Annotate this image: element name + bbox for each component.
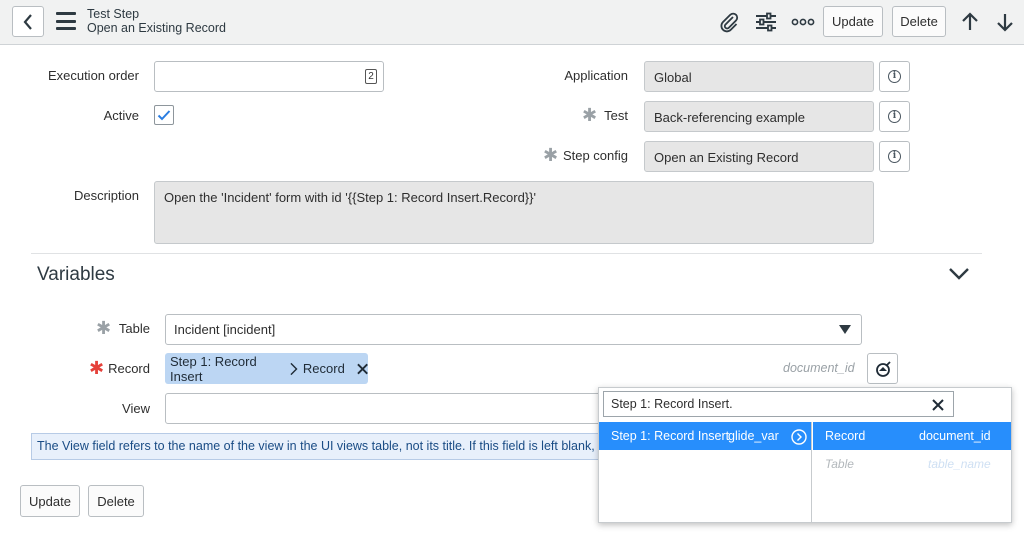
form-title: Test Step [87,7,140,21]
footer-update-button[interactable]: Update [20,485,80,517]
checkmark-icon [157,110,171,121]
application-info-button[interactable]: i [879,61,910,92]
clear-icon[interactable] [932,399,944,411]
picker-search-input[interactable]: Step 1: Record Insert. [603,391,954,417]
execution-order-label: Execution order [47,68,139,83]
footer-delete-button[interactable]: Delete [88,485,144,517]
data-pill-picker-button[interactable] [867,353,898,384]
execution-order-input[interactable]: 2 [154,61,384,92]
form-subtitle: Open an Existing Record [87,21,226,35]
description-field: Open the 'Incident' form with id '{{Step… [154,181,874,244]
menu-icon[interactable] [56,12,76,30]
mandatory-star-icon: ✱ [543,145,559,165]
active-label: Active [103,108,139,123]
record-label: Record [108,361,150,376]
test-info-button[interactable]: i [879,101,910,132]
description-label: Description [73,188,139,203]
picker-right-item-name: Record [825,429,866,443]
view-help-note: The View field refers to the name of the… [31,433,611,460]
step-config-label: Step config [562,148,628,163]
chevron-left-icon [23,13,32,30]
view-label: View [122,401,150,416]
step-config-info-button[interactable]: i [879,141,910,172]
variables-section-title: Variables [37,264,115,285]
picker-search-value: Step 1: Record Insert. [611,397,733,411]
test-label: Test [604,108,628,123]
picker-left-item[interactable]: Step 1: Record Insert glide_var [599,422,811,450]
test-field: Back-referencing example [644,101,874,132]
picker-right-item-type: table_name [928,457,991,471]
header-delete-button[interactable]: Delete [892,6,946,37]
picker-right-item-table[interactable]: Table table_name [813,450,1011,478]
required-star-icon: ✱ [89,358,105,378]
info-icon: i [888,110,901,123]
settings-sliders-icon[interactable] [753,10,779,34]
picker-right-item-record[interactable]: Record document_id [813,422,1011,450]
step-config-value: Open an Existing Record [654,150,799,165]
data-pill-picker-icon [875,360,891,377]
arrow-down-icon[interactable] [992,10,1018,34]
application-label: Application [564,68,628,83]
info-icon: i [888,150,901,163]
expand-arrow-icon[interactable] [791,429,807,445]
record-type-hint: document_id [783,361,855,375]
picker-left-item-name: Step 1: Record Insert [611,429,730,443]
description-value: Open the 'Incident' form with id '{{Step… [164,190,536,205]
back-button[interactable] [12,6,44,37]
section-divider [31,253,982,254]
active-checkbox[interactable] [154,105,174,125]
step-config-field: Open an Existing Record [644,141,874,172]
picker-right-item-type: document_id [919,429,991,443]
test-value: Back-referencing example [654,110,806,125]
arrow-up-icon[interactable] [957,10,983,34]
application-value: Global [654,70,692,85]
info-icon: i [888,70,901,83]
picker-right-item-name: Table [825,457,854,471]
table-select-value: Incident [incident] [174,322,276,337]
number-spinner-icon[interactable]: 2 [365,69,377,84]
application-field: Global [644,61,874,92]
picker-column-divider [811,422,812,522]
record-pill-field: Record [302,361,345,376]
picker-left-item-type: glide_var [728,429,779,443]
chevron-right-icon [290,362,298,375]
chevron-down-icon[interactable] [948,267,970,284]
close-icon[interactable] [357,363,368,375]
record-pill-step: Step 1: Record Insert [170,353,257,384]
mandatory-star-icon: ✱ [96,318,112,338]
more-options-icon[interactable] [790,10,816,34]
table-label: Table [118,321,150,336]
dropdown-arrow-icon [839,325,851,334]
attachment-icon[interactable] [716,10,742,34]
header-update-button[interactable]: Update [823,6,883,37]
table-select[interactable]: Incident [incident] [165,314,862,345]
record-pill[interactable]: Step 1: Record Insert Record [165,353,368,384]
view-input[interactable] [165,393,605,424]
